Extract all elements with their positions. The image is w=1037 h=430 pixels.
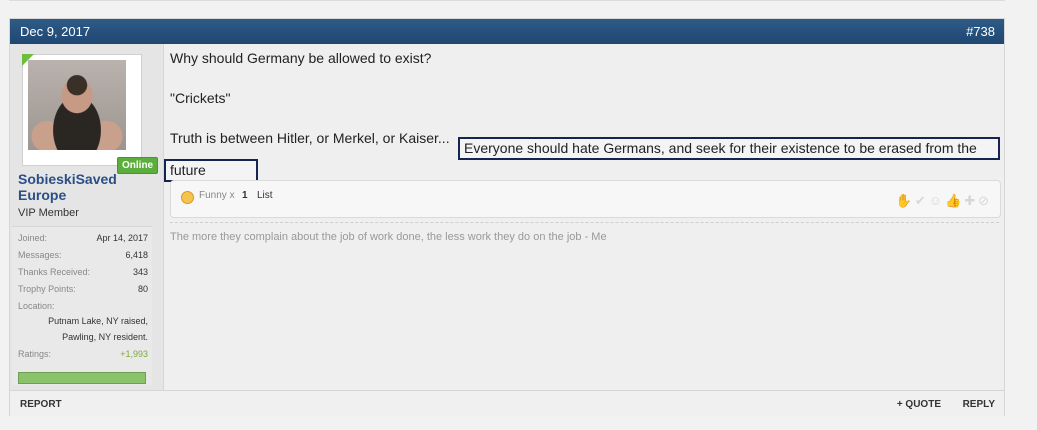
stat-thanks: Thanks Received: 343 — [18, 267, 148, 277]
stat-value[interactable]: 6,418 — [125, 250, 148, 260]
stat-value: +1,993 — [120, 349, 148, 359]
stat-label: Thanks Received: — [18, 267, 91, 277]
stat-location: Location: — [18, 301, 148, 311]
reply-button[interactable]: REPLY — [963, 399, 995, 410]
avatar[interactable] — [22, 54, 142, 166]
highlight-box: Everyone should hate Germans, and seek f… — [458, 137, 1000, 160]
stat-label: Joined: — [18, 233, 48, 243]
message-line: Why should Germany be allowed to exist? — [170, 50, 432, 66]
location-line-2[interactable]: Pawling, NY resident. — [62, 329, 148, 345]
stat-joined: Joined: Apr 14, 2017 — [18, 233, 148, 243]
reactions-bar: Funny x 1 List ✋✔☺👍✚⊘ — [170, 180, 1001, 218]
reaction-label: Funny x — [199, 190, 235, 201]
stat-trophy: Trophy Points: 80 — [18, 284, 148, 294]
stat-label: Messages: — [18, 250, 62, 260]
highlighted-text: future — [170, 162, 206, 178]
user-avatar-icon — [28, 60, 126, 150]
stat-messages: Messages: 6,418 — [18, 250, 148, 260]
username-link[interactable]: SobieskiSaved Europe — [18, 171, 148, 203]
reaction-list-link[interactable]: List — [257, 190, 273, 201]
stat-label: Trophy Points: — [18, 284, 76, 294]
stat-value: 343 — [132, 267, 148, 277]
stat-value: Apr 14, 2017 — [96, 233, 148, 243]
location-line-1[interactable]: Putnam Lake, NY raised, — [48, 313, 148, 329]
post-header: Dec 9, 2017 #738 — [10, 19, 1004, 44]
stat-location-value: Putnam Lake, NY raised, Pawling, NY resi… — [18, 313, 148, 347]
report-button[interactable]: REPORT — [20, 399, 62, 410]
forum-post: Dec 9, 2017 #738 Online SobieskiSaved Eu… — [9, 18, 1005, 416]
message-line: "Crickets" — [170, 90, 231, 106]
quote-button[interactable]: + QUOTE — [897, 399, 941, 410]
message-line: Truth is between Hitler, or Merkel, or K… — [170, 130, 450, 146]
top-divider — [9, 0, 1005, 1]
highlight-box: future — [164, 159, 258, 182]
stat-ratings: Ratings: +1,993 — [18, 349, 148, 359]
post-date: Dec 9, 2017 — [20, 24, 91, 39]
stat-label: Location: — [18, 301, 55, 311]
signature-divider — [170, 222, 999, 223]
online-corner-icon — [22, 54, 34, 66]
highlighted-text: Everyone should hate Germans, and seek f… — [464, 140, 977, 156]
user-info-panel: Online SobieskiSaved Europe VIP Member J… — [10, 44, 164, 390]
ratings-bar — [18, 372, 146, 384]
user-stats: Joined: Apr 14, 2017 Messages: 6,418 Tha… — [12, 226, 152, 385]
post-number-link[interactable]: #738 — [966, 24, 995, 39]
funny-reaction-icon — [181, 191, 194, 204]
stat-label: Ratings: — [18, 349, 52, 359]
reaction-count: 1 — [242, 190, 248, 201]
rating-icons[interactable]: ✋✔☺👍✚⊘ — [896, 193, 992, 209]
user-title: VIP Member — [18, 207, 79, 219]
signature: The more they complain about the job of … — [170, 231, 607, 243]
post-footer: REPORT + QUOTE REPLY — [10, 390, 1004, 416]
stat-value[interactable]: 80 — [138, 284, 148, 294]
